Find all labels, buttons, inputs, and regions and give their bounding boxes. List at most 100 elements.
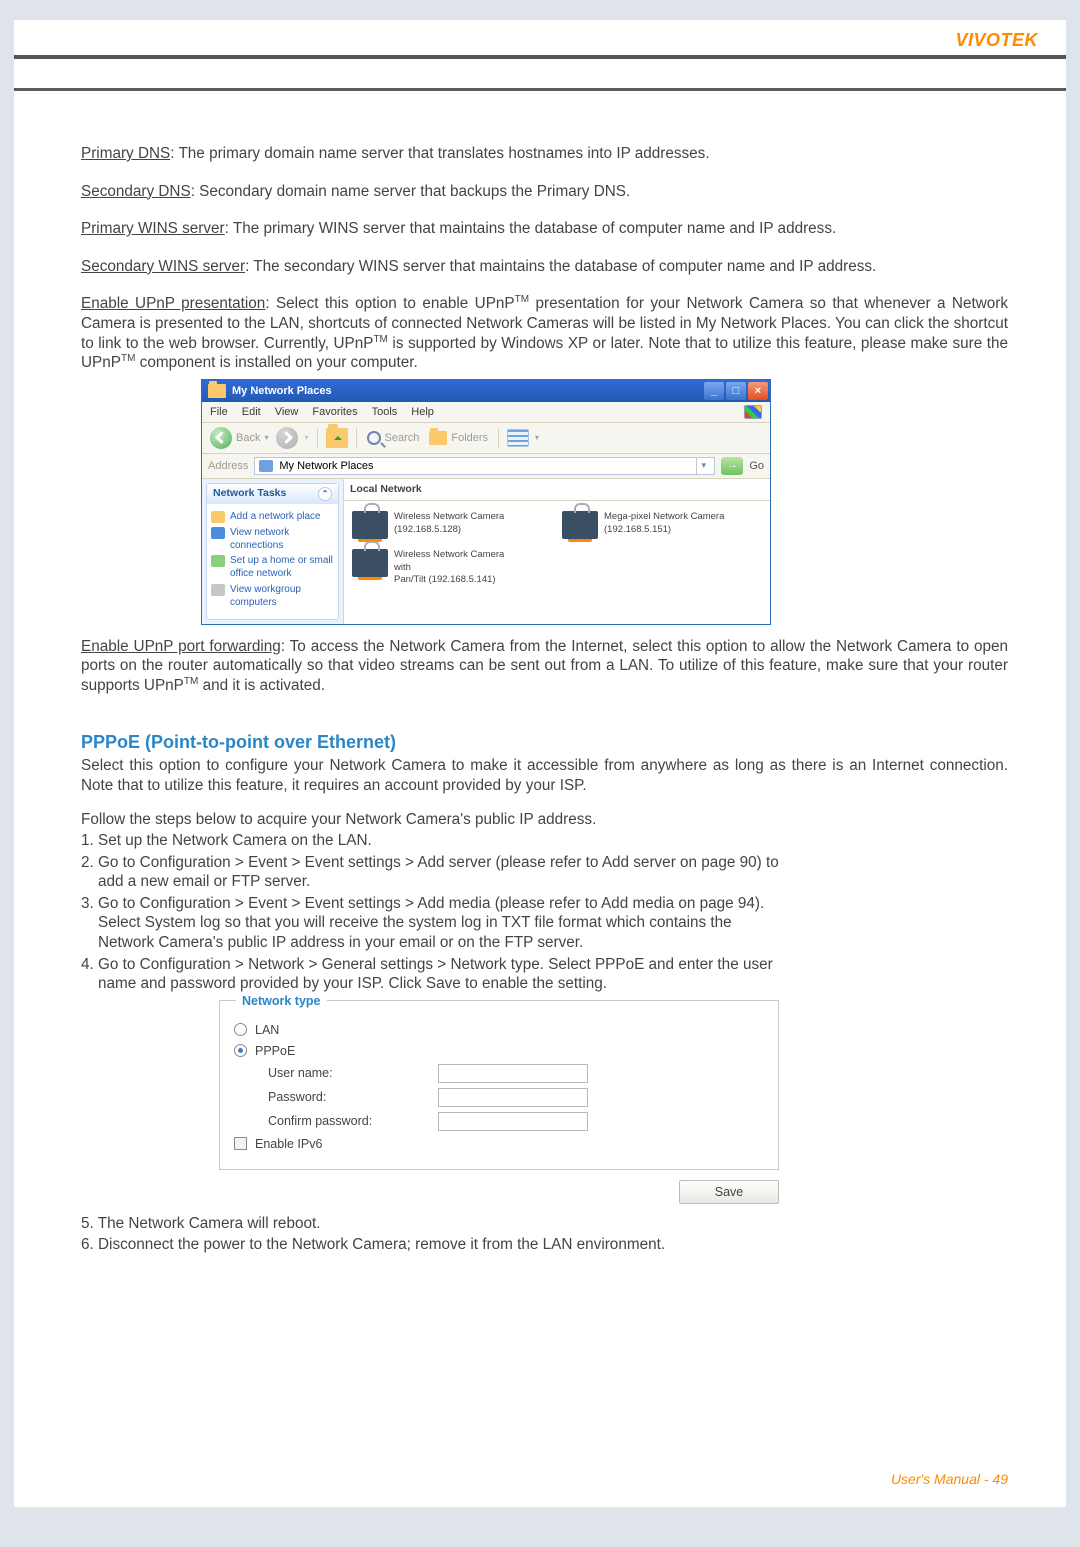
- pppoe-step-1: 1. Set up the Network Camera on the LAN.: [81, 831, 1008, 851]
- header-rule: [14, 88, 1066, 91]
- up-button[interactable]: [326, 428, 348, 448]
- password-input[interactable]: [438, 1088, 588, 1107]
- minimize-button[interactable]: _: [704, 382, 724, 400]
- task-pane: Network Tasks ⌃ Add a network place View…: [202, 479, 344, 624]
- tm-1: TM: [515, 294, 529, 305]
- camera-icon: [352, 549, 388, 577]
- add-place-icon: [211, 511, 225, 523]
- camera-icons-row1: Wireless Network Camera (192.168.5.128) …: [344, 501, 770, 549]
- camera-item-1[interactable]: Wireless Network Camera (192.168.5.128): [352, 511, 522, 539]
- page-header-band: VIVOTEK: [14, 20, 1066, 84]
- task-view-connections[interactable]: View network connections: [211, 527, 334, 553]
- pppoe-heading: PPPoE (Point-to-point over Ethernet): [81, 731, 1008, 754]
- page-frame: VIVOTEK Primary DNS: The primary domain …: [14, 20, 1066, 1507]
- menu-edit[interactable]: Edit: [242, 405, 261, 419]
- pppoe-radio[interactable]: [234, 1044, 247, 1057]
- lan-radio[interactable]: [234, 1023, 247, 1036]
- address-input[interactable]: My Network Places ▾: [254, 457, 715, 475]
- username-input[interactable]: [438, 1064, 588, 1083]
- secondary-dns-text: : Secondary domain name server that back…: [191, 183, 631, 200]
- secondary-dns-def: Secondary DNS: Secondary domain name ser…: [81, 182, 1008, 202]
- pppoe-option-row[interactable]: PPPoE: [234, 1043, 764, 1059]
- task-add-network-place[interactable]: Add a network place: [211, 511, 334, 524]
- window-controls: _ □ ×: [704, 380, 770, 402]
- lan-option-row[interactable]: LAN: [234, 1022, 764, 1038]
- lan-label: LAN: [255, 1022, 279, 1038]
- pppoe-steps-list: Follow the steps below to acquire your N…: [81, 810, 1008, 994]
- views-button[interactable]: [507, 429, 529, 447]
- primary-dns-text: : The primary domain name server that tr…: [170, 145, 709, 162]
- address-value: My Network Places: [279, 459, 373, 473]
- password-row: Password:: [234, 1088, 764, 1107]
- menu-bar: File Edit View Favorites Tools Help: [202, 402, 770, 423]
- folders-label: Folders: [451, 431, 488, 445]
- pppoe-step-2: 2. Go to Configuration > Event > Event s…: [81, 853, 1008, 892]
- collapse-icon[interactable]: ⌃: [318, 487, 332, 501]
- upnp-fwd-b: and it is activated.: [198, 677, 325, 694]
- toolbar-sep-3: [498, 428, 499, 448]
- pppoe-steps-after: 5. The Network Camera will reboot. 6. Di…: [81, 1214, 1008, 1255]
- window-title: My Network Places: [232, 384, 704, 398]
- camera-3-label: Wireless Network Camera with Pan/Tilt (1…: [394, 549, 522, 585]
- address-bar: Address My Network Places ▾ → Go: [202, 454, 770, 479]
- camera-1-line2: (192.168.5.128): [394, 524, 461, 535]
- folders-icon: [429, 431, 447, 445]
- go-button[interactable]: →: [721, 457, 743, 475]
- back-button[interactable]: Back ▾: [208, 426, 270, 450]
- camera-item-3[interactable]: Wireless Network Camera with Pan/Tilt (1…: [352, 549, 522, 585]
- network-tasks-title: Network Tasks: [213, 487, 286, 500]
- task-view-workgroup[interactable]: View workgroup computers: [211, 584, 334, 610]
- address-label: Address: [208, 459, 248, 473]
- menu-favorites[interactable]: Favorites: [312, 405, 357, 419]
- upnp-pres-d: component is installed on your computer.: [135, 354, 417, 371]
- window-titlebar[interactable]: My Network Places _ □ ×: [202, 380, 770, 402]
- go-label: Go: [749, 459, 764, 473]
- tm-3: TM: [121, 353, 135, 364]
- primary-wins-label: Primary WINS server: [81, 220, 225, 237]
- camera-item-2[interactable]: Mega-pixel Network Camera (192.168.5.151…: [562, 511, 762, 539]
- password-label: Password:: [268, 1089, 438, 1105]
- explorer-window: My Network Places _ □ × File Edit View F…: [201, 379, 771, 625]
- close-button[interactable]: ×: [748, 382, 768, 400]
- save-row: Save: [219, 1180, 779, 1204]
- folders-button[interactable]: Folders: [427, 430, 490, 446]
- confirm-password-input[interactable]: [438, 1112, 588, 1131]
- local-network-header: Local Network: [344, 479, 770, 501]
- network-tasks-box: Network Tasks ⌃ Add a network place View…: [206, 483, 339, 620]
- search-icon: [367, 431, 381, 445]
- forward-button[interactable]: [276, 427, 298, 449]
- menu-view[interactable]: View: [275, 405, 299, 419]
- secondary-wins-text: : The secondary WINS server that maintai…: [245, 258, 876, 275]
- maximize-button[interactable]: □: [726, 382, 746, 400]
- explorer-body: Network Tasks ⌃ Add a network place View…: [202, 479, 770, 624]
- menu-file[interactable]: File: [210, 405, 228, 419]
- enable-ipv6-checkbox[interactable]: [234, 1137, 247, 1150]
- primary-dns-def: Primary DNS: The primary domain name ser…: [81, 144, 1008, 164]
- page-footer: User's Manual - 49: [891, 1471, 1008, 1487]
- pppoe-intro: Select this option to configure your Net…: [81, 756, 1008, 795]
- network-type-legend: Network type: [236, 993, 327, 1009]
- tm-2: TM: [373, 334, 387, 345]
- secondary-dns-label: Secondary DNS: [81, 183, 191, 200]
- network-type-form: Network type LAN PPPoE User name:: [219, 1000, 779, 1204]
- folder-icon: [208, 384, 226, 398]
- camera-icons-row2: Wireless Network Camera with Pan/Tilt (1…: [344, 549, 770, 595]
- save-button[interactable]: Save: [679, 1180, 779, 1204]
- task-label-1: View network connections: [230, 527, 334, 553]
- primary-wins-def: Primary WINS server: The primary WINS se…: [81, 219, 1008, 239]
- save-label: Save: [715, 1184, 744, 1200]
- menu-help[interactable]: Help: [411, 405, 434, 419]
- toolbar: Back ▾ ▾ Search Folders ▾: [202, 423, 770, 454]
- network-tasks-header[interactable]: Network Tasks ⌃: [207, 484, 338, 504]
- primary-wins-text: : The primary WINS server that maintains…: [225, 220, 837, 237]
- back-label: Back: [236, 431, 260, 445]
- search-button[interactable]: Search: [365, 430, 422, 446]
- task-setup-network[interactable]: Set up a home or small office network: [211, 555, 334, 581]
- menu-tools[interactable]: Tools: [372, 405, 398, 419]
- ipv6-row[interactable]: Enable IPv6: [234, 1136, 764, 1152]
- address-dropdown-icon[interactable]: ▾: [696, 458, 710, 474]
- upnp-port-forwarding-def: Enable UPnP port forwarding: To access t…: [81, 637, 1008, 696]
- upnp-presentation-label: Enable UPnP presentation: [81, 295, 265, 312]
- pppoe-step-6: 6. Disconnect the power to the Network C…: [81, 1235, 1008, 1255]
- pppoe-step-5: 5. The Network Camera will reboot.: [81, 1214, 1008, 1234]
